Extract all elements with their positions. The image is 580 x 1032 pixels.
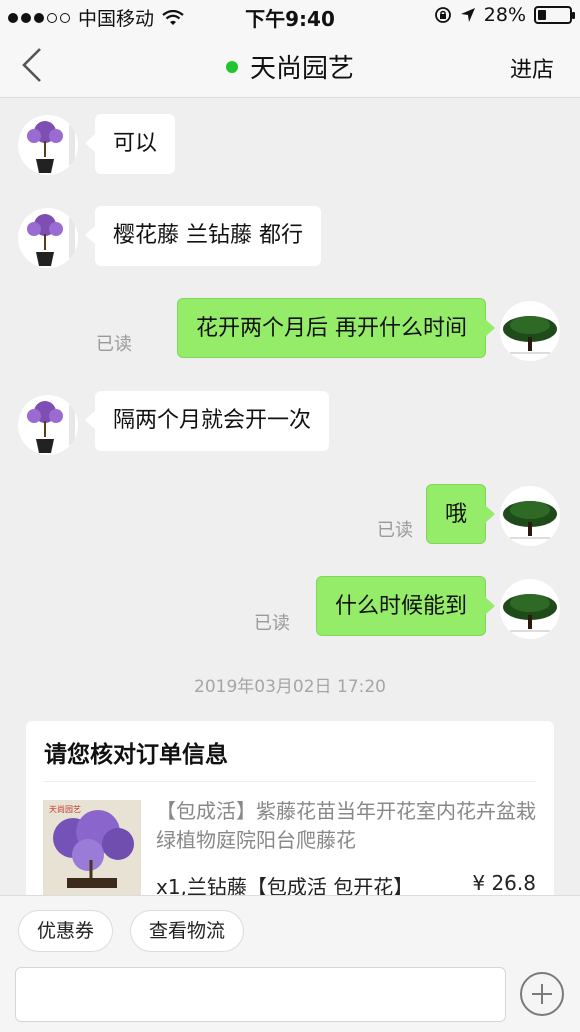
read-status: 已读 [254,613,290,634]
navigation-bar: 天尚园艺 进店 [0,32,580,98]
enter-store-button[interactable]: 进店 [510,52,554,84]
message-bubble[interactable]: 隔两个月就会开一次 [84,391,330,451]
message-bubble[interactable]: 樱花藤 兰钻藤 都行 [85,206,321,266]
battery-icon [534,6,575,24]
message-bubble[interactable]: 花开两个月后 再开什么时间 [177,298,495,358]
my-avatar[interactable] [500,301,560,361]
product-variant: x1,兰钻藤【包成活 包开花】 [156,875,414,895]
location-arrow-icon [460,8,475,22]
view-logistics-button[interactable]: 查看物流 [130,910,245,952]
status-bar: 中国移动 下午9:40 28% [0,0,580,32]
divider [44,781,536,782]
product-price: ¥ 26.8 [472,871,536,895]
order-card-title: 请您核对订单信息 [44,742,228,768]
battery-percent: 28% [483,4,526,26]
plus-icon[interactable] [520,972,564,1016]
order-confirmation-card[interactable]: 请您核对订单信息 天尚园艺 【包成活】紫藤花苗当年开花室内花卉盆栽绿植物庭院阳台… [26,721,554,895]
message-bubble[interactable]: 可以 [84,114,176,174]
product-image[interactable]: 天尚园艺 [43,800,141,895]
chat-title: 天尚园艺 [0,48,580,85]
read-status: 已读 [96,334,132,355]
message-list[interactable]: 可以 樱花藤 兰钻藤 都行 已读 花开两个月后 再开什么时间 隔两个月就会开一次… [0,99,580,895]
shop-avatar[interactable] [18,395,78,455]
my-avatar[interactable] [500,579,560,639]
message-input[interactable] [15,967,506,1022]
shop-name: 天尚园艺 [249,54,354,84]
read-status: 已读 [377,520,413,541]
message-timestamp: 2019年03月02日 17:20 [194,677,386,697]
message-bubble[interactable]: 什么时候能到 [315,576,496,636]
online-status-icon [225,60,238,73]
rotation-lock-icon [434,7,451,23]
shop-avatar[interactable] [18,115,78,175]
coupon-button[interactable]: 优惠券 [18,910,114,952]
bottom-bar: 优惠券 查看物流 [0,895,580,1032]
shop-avatar[interactable] [18,208,78,268]
svg-text:天尚园艺: 天尚园艺 [49,804,81,814]
my-avatar[interactable] [500,486,560,546]
message-bubble[interactable]: 哦 [425,484,496,544]
product-name: 【包成活】紫藤花苗当年开花室内花卉盆栽绿植物庭院阳台爬藤花 [156,799,536,852]
